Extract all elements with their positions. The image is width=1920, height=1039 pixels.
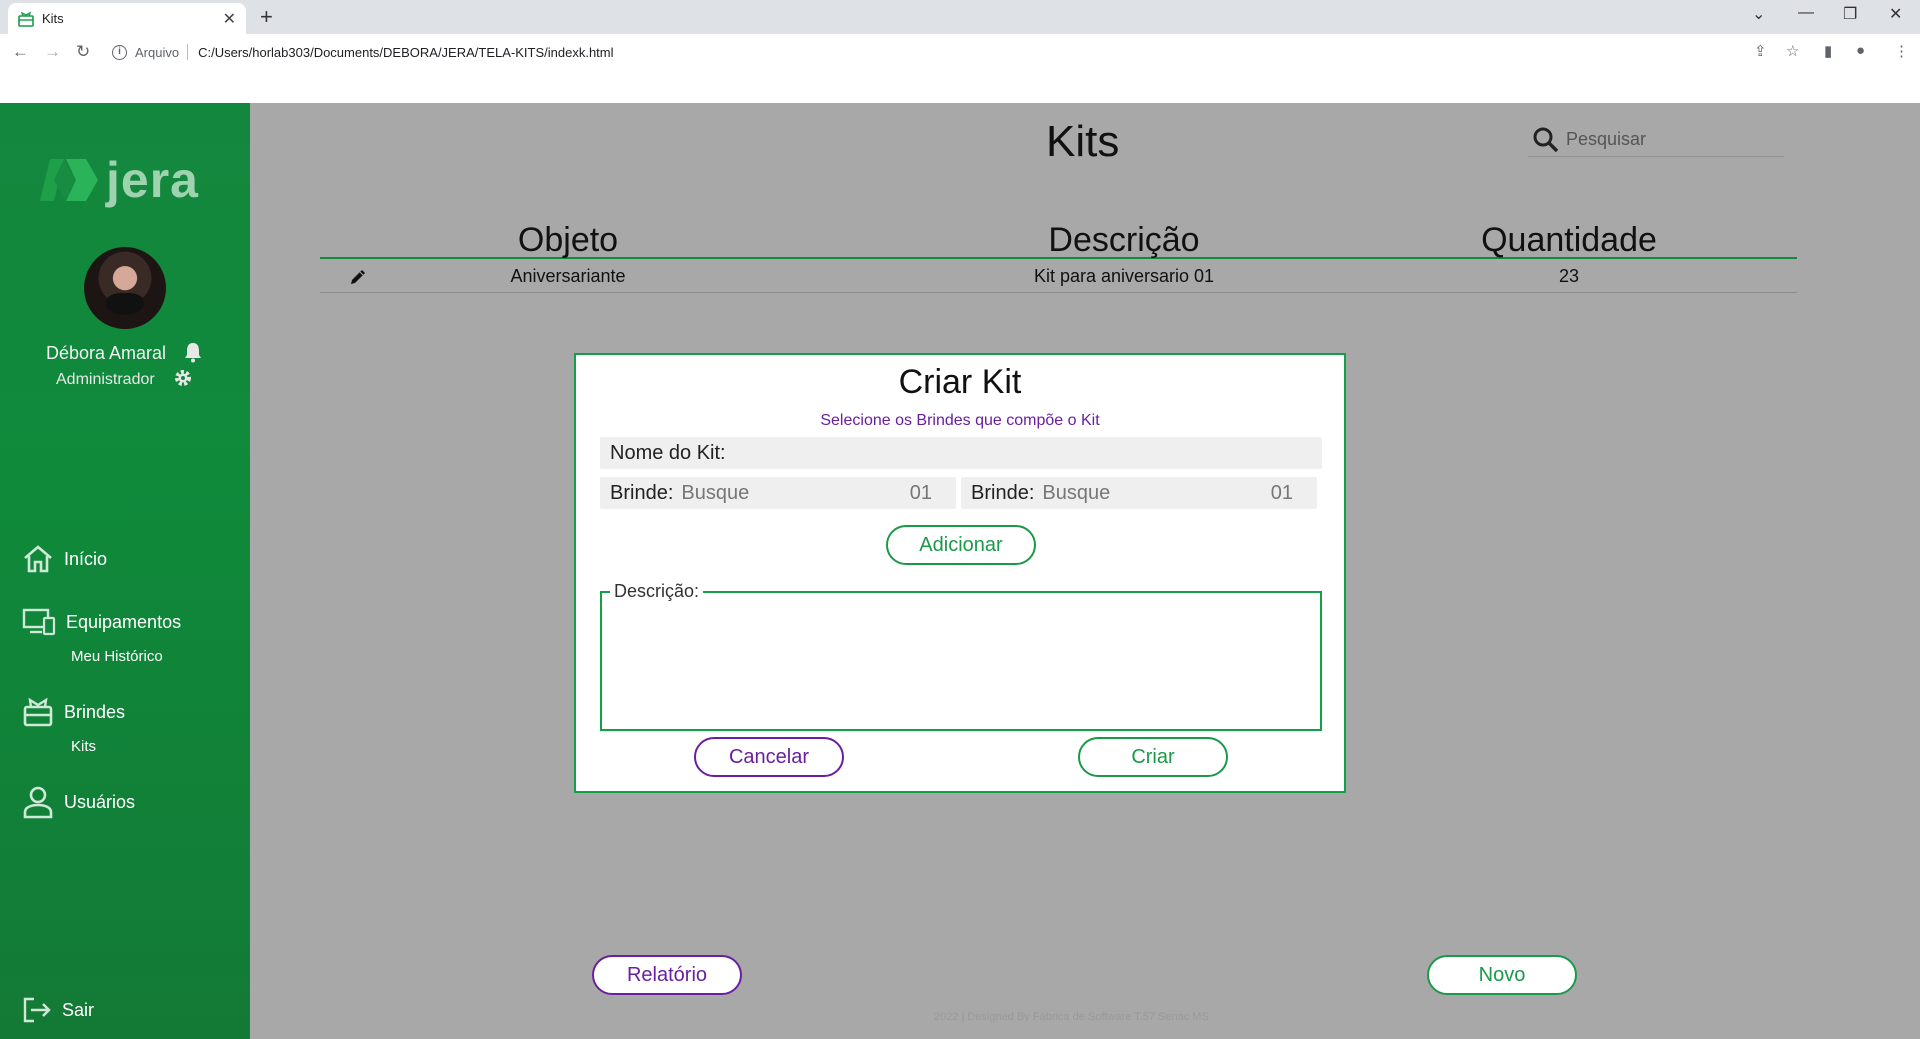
jera-logo-mark-icon	[40, 159, 98, 201]
user-name: Débora Amaral	[46, 343, 167, 363]
sidebar-subitem-meu-historico[interactable]: Meu Histórico	[71, 648, 163, 665]
divider	[187, 44, 189, 60]
logout-icon	[23, 997, 51, 1023]
tab-search-icon[interactable]: ⌄	[1752, 4, 1765, 24]
brinde-search-input[interactable]: Busque	[1042, 482, 1270, 505]
adicionar-button[interactable]: Adicionar	[886, 525, 1036, 565]
minimize-icon[interactable]: —	[1798, 4, 1814, 22]
app-viewport: jera Débora Amaral Administrador Início …	[0, 103, 1920, 1039]
table-row: Aniversariante Kit para aniversario 01 2…	[320, 259, 1797, 293]
brinde-label: Brinde:	[971, 481, 1035, 504]
sidebar-item-inicio[interactable]: Início	[22, 543, 107, 575]
reload-icon[interactable]: ↻	[76, 42, 90, 62]
address-bar: ← → ↻ i Arquivo C:/Users/horlab303/Docum…	[0, 34, 1920, 70]
footer-credit: 2022 | Designed By Fábrica de Software T…	[934, 1011, 1209, 1023]
user-icon	[23, 786, 53, 819]
menu-icon[interactable]: ⋮	[1894, 42, 1909, 60]
column-header-quantidade: Quantidade	[1481, 221, 1657, 259]
cell-descricao: Kit para aniversario 01	[1033, 266, 1215, 286]
profile-icon[interactable]: ●	[1856, 42, 1865, 59]
create-kit-modal: Criar Kit Selecione os Brindes que compõ…	[574, 353, 1346, 793]
sidebar-item-label: Brindes	[64, 701, 126, 722]
new-tab-icon[interactable]: +	[260, 4, 273, 30]
search-input[interactable]	[1566, 129, 1766, 150]
user-role: Administrador	[56, 371, 155, 388]
relatorio-button[interactable]: Relatório	[592, 955, 742, 995]
sidebar-subitem-kits[interactable]: Kits	[71, 738, 96, 755]
sidebar-item-label: Usuários	[64, 791, 136, 812]
search-box[interactable]	[1528, 123, 1784, 157]
kit-name-field[interactable]: Nome do Kit:	[600, 437, 1322, 469]
monitor-icon	[22, 608, 56, 636]
descricao-textarea[interactable]: Descrição:	[600, 581, 1322, 731]
sidebar-item-sair[interactable]: Sair	[22, 996, 94, 1024]
url-bar[interactable]: i Arquivo C:/Users/horlab303/Documents/D…	[112, 40, 1752, 64]
bell-icon[interactable]	[183, 341, 203, 363]
sidebar-item-label: Sair	[62, 999, 95, 1020]
gift-icon	[23, 697, 53, 727]
brinde-search-input[interactable]: Busque	[681, 482, 909, 505]
sidebar-item-equipamentos[interactable]: Equipamentos	[22, 607, 181, 637]
brinde-label: Brinde:	[610, 481, 674, 504]
modal-title: Criar Kit	[898, 363, 1022, 401]
column-header-objeto: Objeto	[517, 221, 619, 259]
criar-button[interactable]: Criar	[1078, 737, 1228, 777]
forward-icon[interactable]: →	[44, 42, 61, 62]
file-label: Arquivo	[135, 44, 180, 60]
cancel-button[interactable]: Cancelar	[694, 737, 844, 777]
sidebar-item-label: Equipamentos	[66, 611, 182, 632]
page-title: Kits	[1046, 117, 1120, 166]
browser-tab-bar: Kits ✕ + ⌄ — ❐ ✕	[0, 0, 1920, 34]
tab-title: Kits	[42, 11, 64, 26]
jera-logo: jera	[40, 151, 199, 209]
sidebar-item-brindes[interactable]: Brindes	[22, 697, 125, 727]
modal-subtitle: Selecione os Brindes que compõe o Kit	[820, 412, 1100, 429]
bookmark-star-icon[interactable]: ☆	[1786, 42, 1799, 60]
edit-pencil-icon[interactable]	[348, 267, 368, 287]
sidebar-item-usuarios[interactable]: Usuários	[22, 785, 135, 819]
cell-quantidade: 23	[1558, 266, 1580, 286]
novo-button[interactable]: Novo	[1427, 955, 1577, 995]
sidebar: jera Débora Amaral Administrador Início …	[0, 103, 250, 1039]
back-icon[interactable]: ←	[12, 42, 29, 62]
info-icon[interactable]: i	[112, 44, 127, 60]
maximize-icon[interactable]: ❐	[1843, 4, 1857, 24]
kits-table: Objeto Descrição Quantidade Aniversarian…	[320, 221, 1797, 293]
gift-icon	[18, 11, 34, 27]
url-text: C:/Users/horlab303/Documents/DEBORA/JERA…	[198, 44, 614, 60]
search-icon	[1533, 127, 1559, 152]
table-header: Objeto Descrição Quantidade	[320, 221, 1797, 259]
kit-name-label: Nome do Kit:	[610, 441, 726, 464]
gear-icon[interactable]	[173, 368, 193, 388]
home-icon	[24, 545, 52, 573]
column-header-descricao: Descrição	[1048, 221, 1200, 259]
cell-objeto: Aniversariante	[510, 266, 626, 286]
close-window-icon[interactable]: ✕	[1889, 4, 1902, 24]
browser-tab[interactable]: Kits ✕	[8, 3, 246, 34]
side-panel-icon[interactable]: ▮	[1824, 42, 1832, 60]
descricao-label: Descrição:	[610, 581, 704, 602]
avatar[interactable]	[84, 247, 166, 329]
logo-text: jera	[106, 152, 199, 208]
avatar-mask	[106, 293, 144, 315]
share-icon[interactable]: ⇪	[1754, 42, 1767, 60]
tab-close-icon[interactable]: ✕	[223, 9, 236, 29]
sidebar-item-label: Início	[64, 548, 108, 569]
brinde-field-1[interactable]: Brinde: Busque 01	[600, 477, 956, 509]
brinde-quantity[interactable]: 01	[1271, 482, 1293, 505]
brinde-field-2[interactable]: Brinde: Busque 01	[961, 477, 1317, 509]
brinde-quantity[interactable]: 01	[910, 482, 932, 505]
